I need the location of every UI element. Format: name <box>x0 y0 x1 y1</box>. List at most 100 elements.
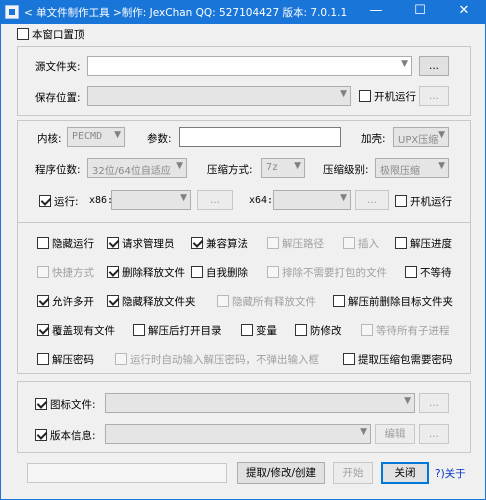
progress-bar <box>27 463 227 483</box>
checkbox-box[interactable] <box>107 266 119 278</box>
delete-released-files-checkbox[interactable]: 删除释放文件 <box>107 265 185 280</box>
shell-combo[interactable]: UPX压缩 ▼ <box>393 127 449 147</box>
x64-combo[interactable]: ▼ <box>273 190 351 210</box>
checkbox-box[interactable] <box>17 28 29 40</box>
version-edit-button[interactable]: 编辑 <box>375 424 415 444</box>
auto-input-password-checkbox[interactable]: 运行时自动输入解压密码，不弹出输入框 <box>115 352 319 367</box>
checkbox-box[interactable] <box>37 353 49 365</box>
x86-browse-button[interactable]: ... <box>197 190 233 210</box>
overwrite-files-checkbox[interactable]: 覆盖现有文件 <box>37 323 115 338</box>
chevron-down-icon: ▼ <box>360 427 367 437</box>
checkbox-box[interactable] <box>343 237 355 249</box>
checkbox-box[interactable] <box>343 353 355 365</box>
always-on-top-checkbox[interactable]: 本窗口置顶 <box>17 27 85 42</box>
compress-method-combo[interactable]: 7z ▼ <box>261 158 305 178</box>
extract-progress-checkbox[interactable]: 解压进度 <box>395 236 452 251</box>
checkbox-box[interactable] <box>361 324 373 336</box>
insert-checkbox[interactable]: 插入 <box>343 236 379 251</box>
no-wait-checkbox[interactable]: 不等待 <box>405 265 452 280</box>
exclude-files-checkbox[interactable]: 排除不需要打包的文件 <box>267 265 387 280</box>
checkbox-box[interactable] <box>35 398 47 410</box>
chevron-down-icon: ▼ <box>294 161 301 171</box>
source-folder-label: 源文件夹: <box>35 61 81 73</box>
checkbox-box[interactable] <box>191 237 203 249</box>
maximize-button[interactable]: ☐ <box>398 0 442 24</box>
checkbox-box[interactable] <box>395 195 407 207</box>
x86-label: x86: <box>89 195 114 206</box>
extract-path-checkbox[interactable]: 解压路径 <box>267 236 324 251</box>
x86-combo[interactable]: ▼ <box>111 190 191 210</box>
hide-run-checkbox[interactable]: 隐藏运行 <box>37 236 94 251</box>
checkbox-box[interactable] <box>115 353 127 365</box>
hide-release-folder-checkbox[interactable]: 隐藏释放文件夹 <box>107 294 196 309</box>
checkbox-box[interactable] <box>405 266 417 278</box>
version-info-combo[interactable]: ▼ <box>105 424 371 444</box>
delete-target-before-extract-checkbox[interactable]: 解压前删除目标文件夹 <box>333 294 453 309</box>
icon-browse-button[interactable]: ... <box>419 393 449 413</box>
run-checkbox[interactable]: 运行: <box>39 194 79 209</box>
chevron-down-icon: ▼ <box>340 89 347 99</box>
wait-all-children-checkbox[interactable]: 等待所有子进程 <box>361 323 450 338</box>
save-browse-button[interactable]: ... <box>419 86 449 106</box>
icon-file-combo[interactable]: ▼ <box>105 393 415 413</box>
bits-combo[interactable]: 32位/64位自适应 ▼ <box>87 158 187 178</box>
checkbox-box[interactable] <box>267 237 279 249</box>
chevron-down-icon: ▼ <box>401 59 408 69</box>
checkbox-box[interactable] <box>133 324 145 336</box>
source-folder-combo[interactable]: ▼ <box>87 56 412 76</box>
checkbox-box[interactable] <box>333 295 345 307</box>
title-bar: < 单文件制作工具 >制作: JexChan QQ: 527104427 版本:… <box>0 0 486 24</box>
compress-level-label: 压缩级别: <box>323 164 369 176</box>
allow-multi-instance-checkbox[interactable]: 允许多开 <box>37 294 94 309</box>
close-button[interactable]: 关闭 <box>381 462 429 484</box>
run-startup-checkbox[interactable]: 开机运行 <box>395 194 452 209</box>
dialog-body: 本窗口置顶 源文件夹: ▼ ... 保存位置: ▼ 开机运行 ... 内核: P… <box>0 24 486 500</box>
shortcut-checkbox[interactable]: 快捷方式 <box>37 265 94 280</box>
hide-all-released-checkbox[interactable]: 隐藏所有释放文件 <box>217 294 316 309</box>
icon-file-checkbox[interactable]: 图标文件: <box>35 397 96 412</box>
core-combo[interactable]: PECMD ▼ <box>67 127 125 147</box>
checkbox-box[interactable] <box>35 429 47 441</box>
save-location-combo[interactable]: ▼ <box>87 86 351 106</box>
checkbox-box[interactable] <box>37 324 49 336</box>
chevron-down-icon: ▼ <box>176 161 183 171</box>
extract-modify-create-button[interactable]: 提取/修改/创建 <box>237 462 325 484</box>
checkbox-box[interactable] <box>217 295 229 307</box>
checkbox-box[interactable] <box>107 295 119 307</box>
open-dir-after-extract-checkbox[interactable]: 解压后打开目录 <box>133 323 222 338</box>
checkbox-box[interactable] <box>241 324 253 336</box>
minimize-button[interactable]: — <box>354 0 398 24</box>
chevron-down-icon: ▼ <box>438 130 445 140</box>
anti-modify-checkbox[interactable]: 防修改 <box>295 323 342 338</box>
checkbox-box[interactable] <box>37 295 49 307</box>
self-delete-checkbox[interactable]: 自我删除 <box>191 265 248 280</box>
version-browse-button[interactable]: ... <box>419 424 449 444</box>
request-admin-checkbox[interactable]: 请求管理员 <box>107 236 175 251</box>
params-input[interactable] <box>179 127 341 147</box>
about-link[interactable]: ?)关于 <box>435 466 466 481</box>
checkbox-box[interactable] <box>295 324 307 336</box>
x64-browse-button[interactable]: ... <box>355 190 389 210</box>
compress-level-combo[interactable]: 极限压缩 ▼ <box>375 158 449 178</box>
app-icon <box>5 5 19 19</box>
compat-algorithm-checkbox[interactable]: 兼容算法 <box>191 236 248 251</box>
require-archive-password-checkbox[interactable]: 提取压缩包需要密码 <box>343 352 453 367</box>
extract-password-checkbox[interactable]: 解压密码 <box>37 352 94 367</box>
checkbox-box[interactable] <box>359 90 371 102</box>
checkbox-box[interactable] <box>267 266 279 278</box>
start-button[interactable]: 开始 <box>333 462 373 484</box>
checkbox-box[interactable] <box>395 237 407 249</box>
chevron-down-icon: ▼ <box>340 193 347 203</box>
version-info-checkbox[interactable]: 版本信息: <box>35 428 96 443</box>
close-window-button[interactable]: ✕ <box>442 0 486 24</box>
checkbox-box[interactable] <box>107 237 119 249</box>
source-browse-button[interactable]: ... <box>419 56 449 76</box>
save-location-label: 保存位置: <box>35 92 81 104</box>
variable-checkbox[interactable]: 变量 <box>241 323 277 338</box>
checkbox-box[interactable] <box>191 266 203 278</box>
checkbox-box[interactable] <box>39 195 51 207</box>
checkbox-box[interactable] <box>37 266 49 278</box>
save-startup-checkbox[interactable]: 开机运行 <box>359 89 416 104</box>
chevron-down-icon: ▼ <box>180 193 187 203</box>
checkbox-box[interactable] <box>37 237 49 249</box>
